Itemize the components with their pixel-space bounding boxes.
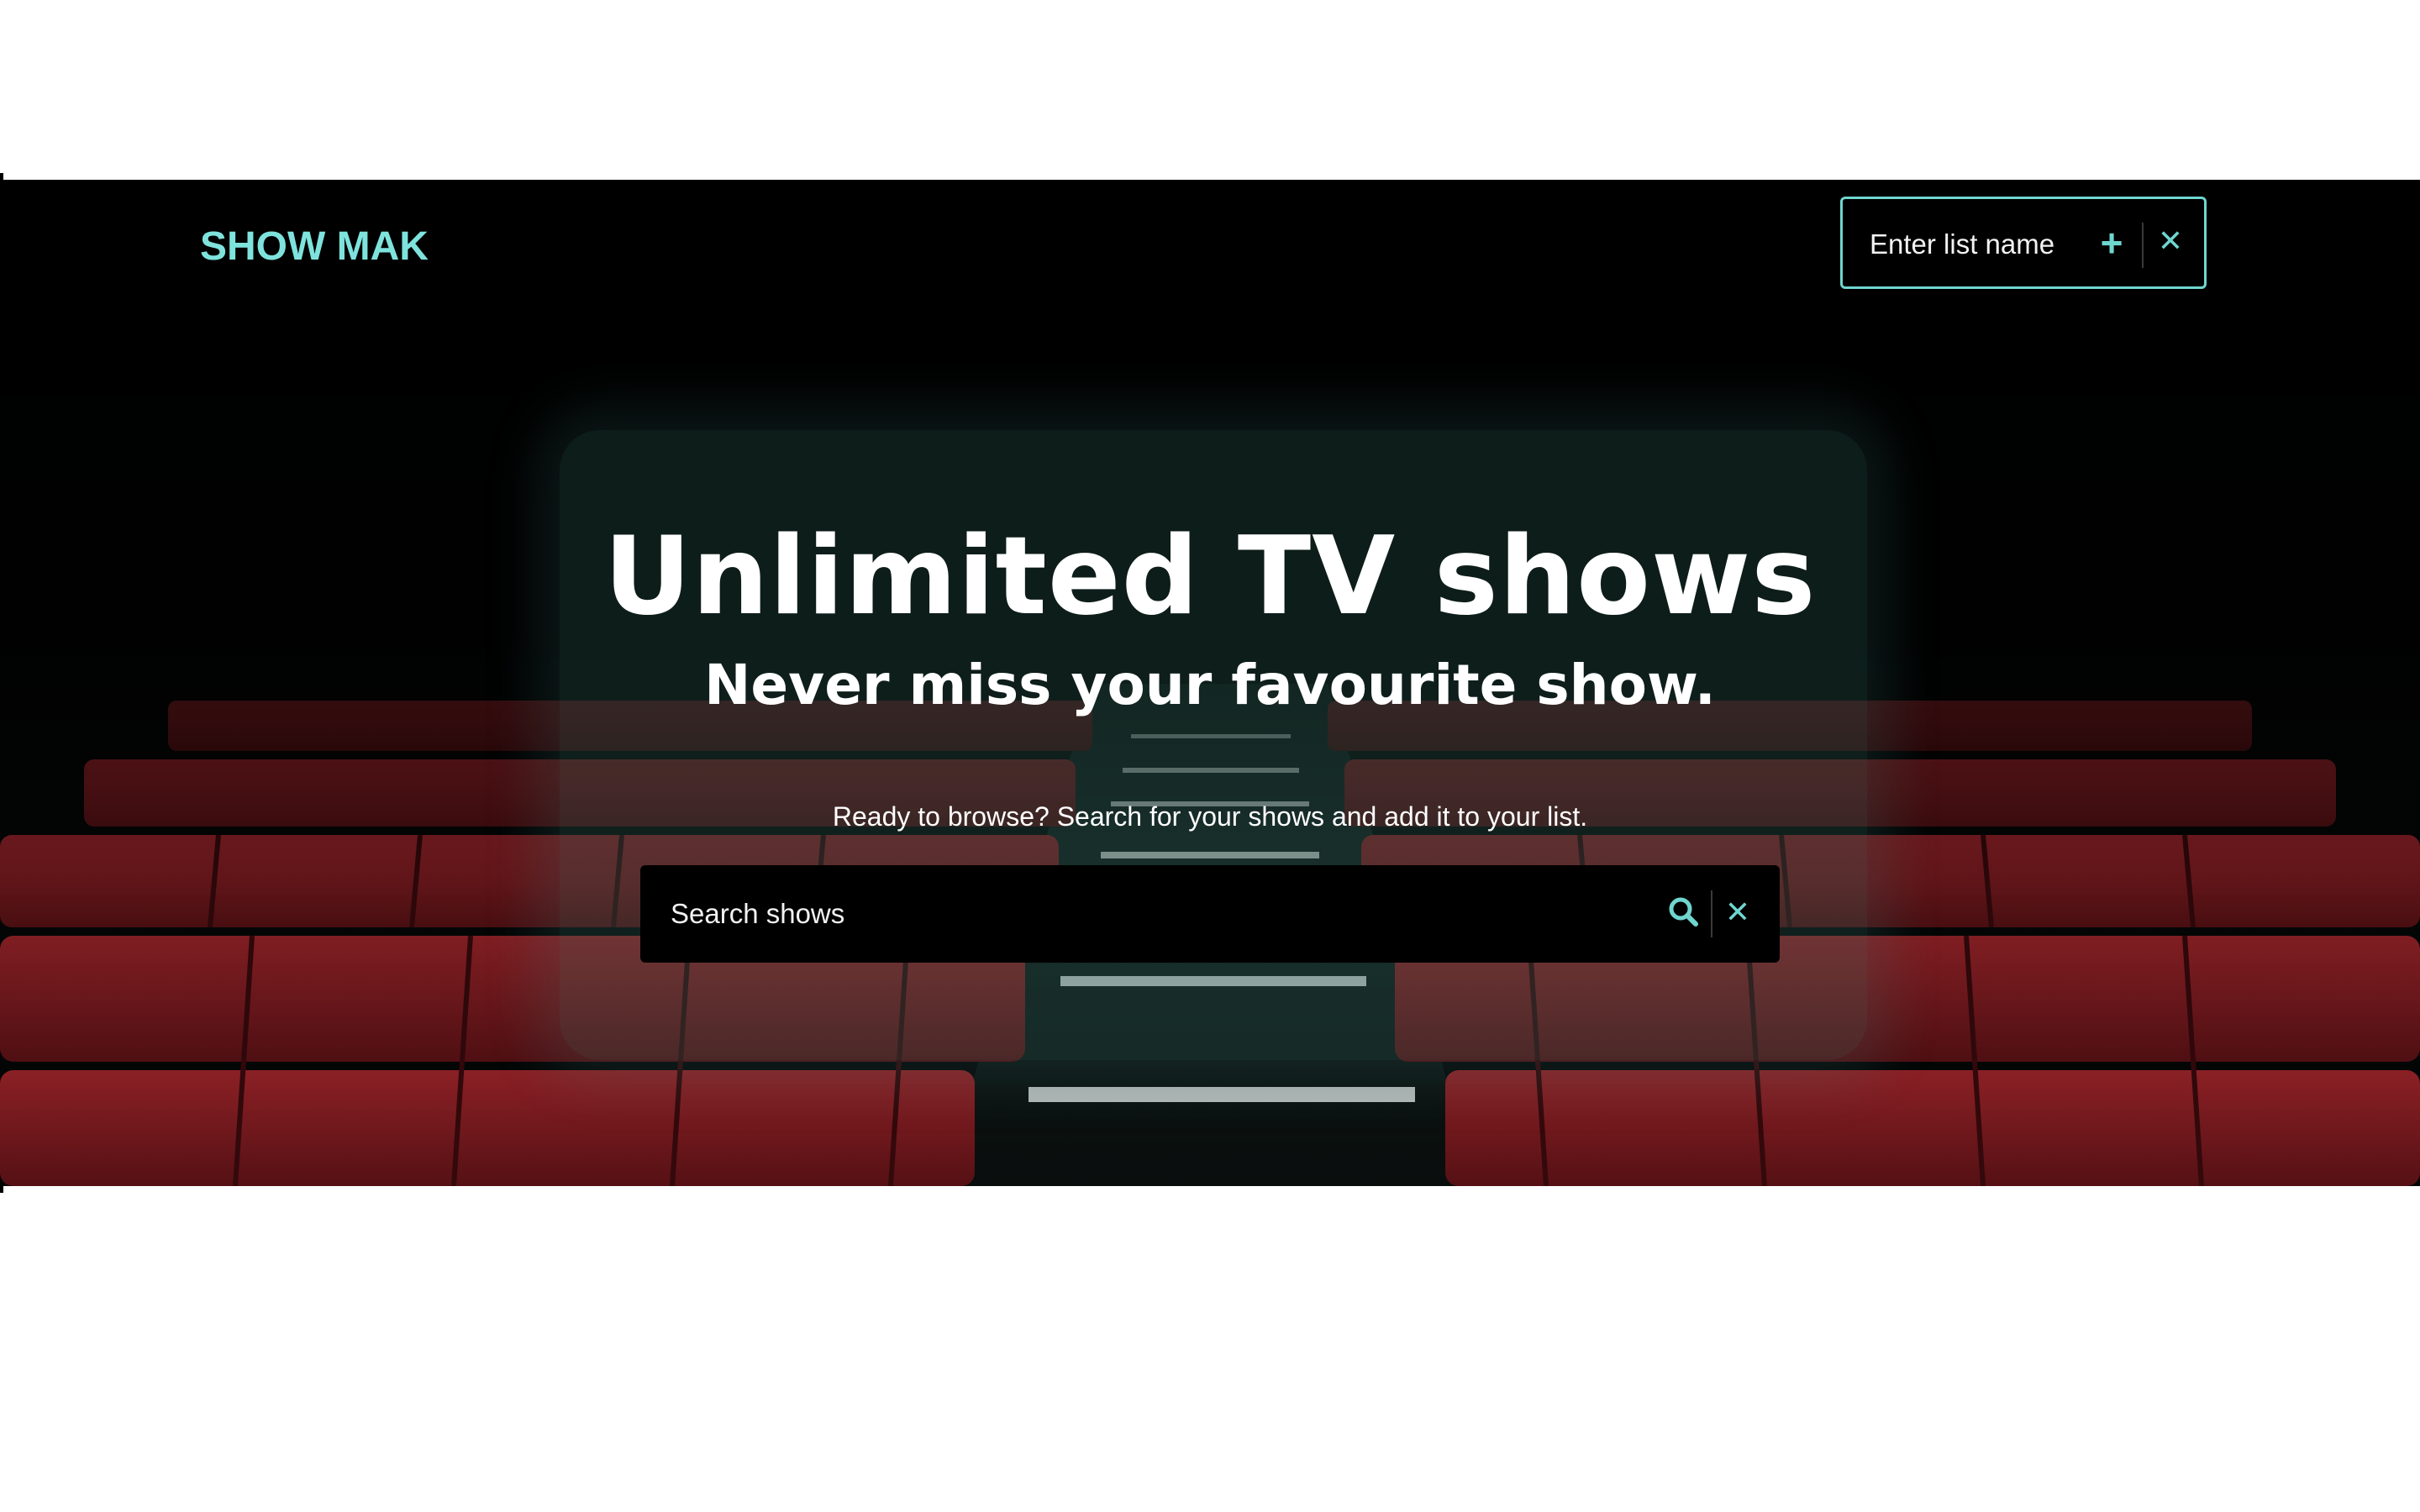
- list-form-divider: [2142, 223, 2144, 268]
- search-divider: [1711, 890, 1712, 937]
- hero-subtitle: Never miss your favourite show.: [704, 653, 1716, 717]
- close-icon[interactable]: ✕: [1719, 894, 1756, 931]
- hero-section: SHOW MAK + ✕ Unlimited TV shows Never mi…: [0, 180, 2420, 1186]
- create-list-form: + ✕: [1840, 197, 2207, 289]
- list-name-input[interactable]: [1870, 219, 2080, 270]
- search-icon[interactable]: [1665, 894, 1702, 931]
- close-icon[interactable]: ✕: [2152, 223, 2189, 260]
- page: SHOW MAK + ✕ Unlimited TV shows Never mi…: [0, 0, 2420, 1512]
- search-input[interactable]: [671, 889, 1612, 939]
- hero-prompt: Ready to browse? Search for your shows a…: [832, 801, 1588, 832]
- brand-logo[interactable]: SHOW MAK: [200, 223, 429, 270]
- plus-icon[interactable]: +: [2095, 223, 2128, 262]
- top-navbar: SHOW MAK + ✕: [0, 180, 2420, 314]
- frame-edge-mark: [0, 1183, 3, 1193]
- hero-title: Unlimited TV shows: [603, 514, 1817, 639]
- search-bar: ✕: [640, 865, 1780, 963]
